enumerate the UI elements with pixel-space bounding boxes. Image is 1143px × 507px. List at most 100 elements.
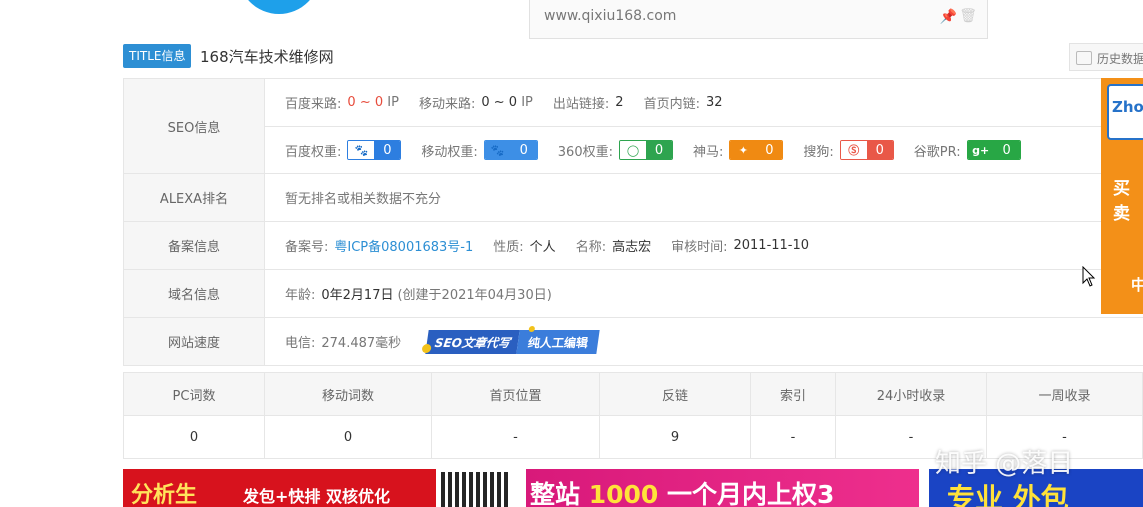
domain-age-value: 0年2月17日 (321, 288, 394, 303)
mobile-source-unit: IP (521, 95, 533, 110)
360-rank-value: 0 (645, 141, 672, 159)
seo-label: SEO信息 (124, 79, 265, 173)
mobile-words-value[interactable]: 0 (264, 415, 432, 459)
url-note-box[interactable]: www.qixiu168.com 📌 🗑 (529, 0, 988, 39)
icp-row: 备案信息 备案号: 粤ICP备08001683号-1 性质: 个人 名称: 高志… (124, 222, 1143, 270)
backlinks-value[interactable]: 9 (599, 415, 751, 459)
seo-ranks-line: 百度权重: 🐾 0 移动权重: 🐾 0 360权重: ◯ 0 神马: ✦ 0 搜狗: Ⓢ… (265, 126, 1143, 173)
url-text: www.qixiu168.com (544, 8, 677, 24)
mobile-source-value: 0 ~ 0 (481, 95, 518, 110)
sogou-rank-badge[interactable]: Ⓢ 0 (839, 140, 894, 160)
baidu-source-unit: IP (387, 95, 399, 110)
seo-sources-line: 百度来路: 0 ~ 0 IP 移动来路: 0 ~ 0 IP 出站链接: 2 首页… (265, 79, 1143, 126)
mobile-rank-value: 0 (510, 141, 537, 159)
seo-banner-part-a: SEO文章代写 (425, 329, 520, 354)
sogou-rank-label: 搜狗: (803, 144, 834, 160)
baidu-source-from: 0 (347, 95, 356, 110)
icp-name-label: 名称: (575, 240, 607, 255)
sogou-rank-value: 0 (866, 141, 893, 159)
google-plus-icon: g+ (967, 141, 994, 159)
shenma-icon: ✦ (730, 141, 757, 159)
google-pr-value: 0 (993, 141, 1020, 159)
baidu-rank-value: 0 (374, 141, 401, 159)
page-title: 168汽车技术维修网 (200, 48, 334, 66)
stats-header: 24小时收录 (835, 372, 987, 416)
baidu-source-label: 百度来路: (285, 97, 342, 112)
pin-icon[interactable]: 📌 (940, 9, 957, 25)
stats-header: 首页位置 (431, 372, 600, 416)
ad1-sub-text: 发包+快排 双核优化 (243, 487, 390, 506)
shenma-rank-value: 0 (756, 141, 783, 159)
shenma-rank-label: 神马: (692, 144, 724, 160)
zhihu-watermark: 知乎 @落日 (935, 449, 1074, 479)
alexa-value: 暂无排名或相关数据不充分 (285, 192, 442, 207)
homepage-links-label: 首页内链: (643, 97, 700, 112)
icp-review-label: 审核时间: (671, 240, 728, 255)
ad2-num: 1000 (588, 480, 659, 507)
stats-header: 反链 (599, 372, 751, 416)
homepage-links-value: 32 (705, 95, 723, 110)
ad2-pre: 整站 (530, 480, 581, 507)
stats-header: PC词数 (123, 372, 265, 416)
ad-logo: Zho (1107, 84, 1143, 140)
telecom-value: 274.487毫秒 (321, 336, 402, 351)
seo-row: SEO信息 百度来路: 0 ~ 0 IP 移动来路: 0 ~ 0 IP 出站链接… (124, 79, 1143, 174)
bottom-ad-2[interactable]: 整站 1000 一个月内上权3 (526, 469, 919, 507)
qr-code (441, 472, 511, 507)
stats-header-row: PC词数 移动词数 首页位置 反链 索引 24小时收录 一周收录 (123, 372, 1143, 416)
site-logo (238, 0, 320, 14)
google-pr-label: 谷歌PR: (913, 144, 961, 160)
ad2-post: 一个月内上权3 (667, 480, 835, 507)
baidu-source-sep: ~ (359, 95, 371, 110)
domain-created-value: (创建于2021年04月30日) (397, 288, 552, 303)
alexa-row: ALEXA排名 暂无排名或相关数据不充分 (124, 174, 1143, 222)
mobile-source-label: 移动来路: (418, 97, 476, 112)
layers-icon (1076, 51, 1092, 65)
icp-label: 备案信息 (124, 222, 265, 269)
360-rank-badge[interactable]: ◯ 0 (618, 140, 673, 160)
ad3-text: 专业 外包 (947, 482, 1069, 507)
speed-row: 网站速度 电信: 274.487毫秒 SEO文章代写 纯人工编辑 (124, 318, 1143, 366)
homepage-position-value: - (431, 415, 600, 459)
trash-icon[interactable]: 🗑 (959, 8, 977, 24)
shenma-rank-badge[interactable]: ✦ 0 (729, 140, 784, 160)
baidu-rank-label: 百度权重: (285, 144, 342, 160)
ad-text-1: 买卖 (1113, 179, 1130, 224)
bottom-ad-1[interactable]: 分析生 发包+快排 双核优化 (123, 469, 436, 507)
history-data-label: 历史数据 (1097, 52, 1143, 66)
right-side-ad[interactable]: Zho 买卖 中 (1101, 78, 1143, 314)
ad2-text: 整站 1000 一个月内上权3 (530, 475, 834, 507)
baidu-rank-badge[interactable]: 🐾 0 (347, 140, 402, 160)
ad-text-2: 中 (1131, 276, 1143, 294)
icp-nature-value: 个人 (529, 240, 556, 255)
pc-words-value[interactable]: 0 (123, 415, 265, 459)
stats-header: 一周收录 (986, 372, 1143, 416)
360-rank-label: 360权重: (557, 144, 613, 160)
mobile-rank-label: 移动权重: (421, 144, 478, 160)
sogou-icon: Ⓢ (840, 141, 867, 159)
baidu-mobile-paw-icon: 🐾 (484, 141, 511, 159)
domain-row: 域名信息 年龄: 0年2月17日 (创建于2021年04月30日) (124, 270, 1143, 318)
stats-header: 索引 (750, 372, 836, 416)
360-icon: ◯ (619, 141, 646, 159)
seo-writing-banner[interactable]: SEO文章代写 纯人工编辑 (421, 325, 600, 354)
icp-nature-label: 性质: (493, 240, 524, 255)
icp-name-value: 高志宏 (612, 240, 652, 255)
baidu-paw-icon: 🐾 (348, 141, 375, 159)
icp-number-link[interactable]: 粤ICP备08001683号-1 (334, 236, 473, 255)
speed-label: 网站速度 (124, 318, 265, 365)
stats-header: 移动词数 (264, 372, 432, 416)
domain-label: 域名信息 (124, 270, 265, 317)
google-pr-badge[interactable]: g+ 0 (966, 140, 1021, 160)
history-data-button[interactable]: 历史数据 (1069, 43, 1143, 71)
icp-review-value: 2011-11-10 (733, 238, 810, 253)
alexa-label: ALEXA排名 (124, 174, 265, 221)
icp-number-label: 备案号: (285, 240, 329, 255)
mouse-cursor-icon (1082, 266, 1096, 287)
baidu-source-to: 0 (374, 95, 384, 110)
mobile-rank-badge[interactable]: 🐾 0 (483, 140, 538, 160)
outlinks-label: 出站链接: (552, 97, 610, 112)
title-badge: TITLE信息 (123, 44, 192, 68)
domain-age-label: 年龄: (285, 288, 316, 303)
outlinks-value: 2 (615, 95, 624, 110)
